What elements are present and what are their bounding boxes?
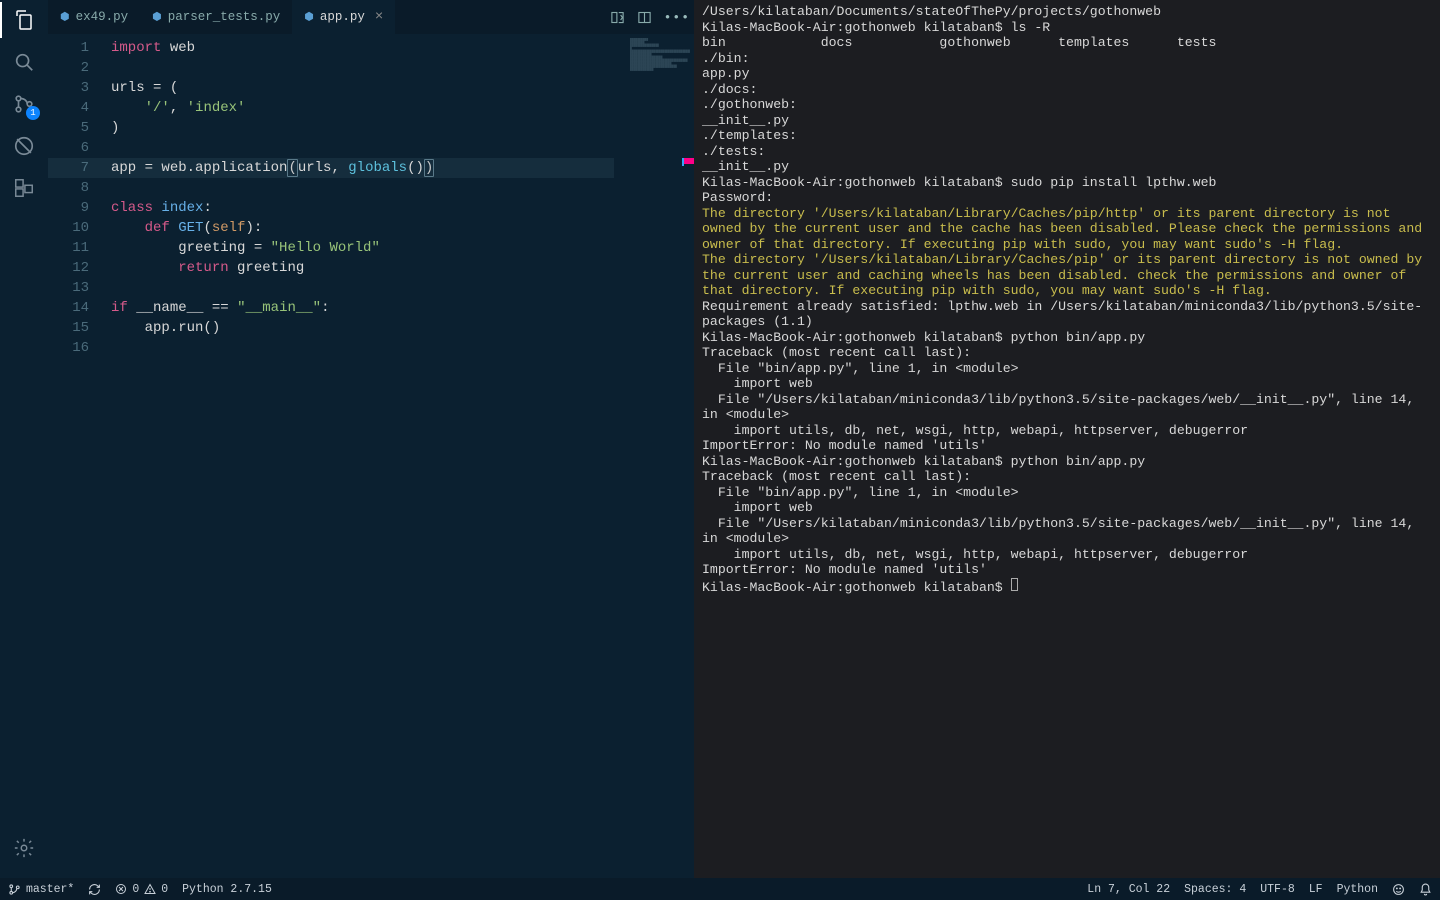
debug-icon[interactable] (12, 134, 36, 158)
tab-label: app.py (320, 10, 365, 24)
tab-actions: ••• (610, 0, 690, 34)
status-encoding[interactable]: UTF-8 (1260, 883, 1295, 896)
split-icon[interactable] (637, 10, 652, 25)
terminal-line: File "bin/app.py", line 1, in <module> (702, 485, 1432, 501)
code-line-10[interactable]: def GET(self): (111, 218, 694, 238)
terminal-line: import web (702, 500, 1432, 516)
status-spaces[interactable]: Spaces: 4 (1184, 883, 1246, 896)
terminal-line: ./bin: (702, 51, 1432, 67)
python-file-icon: ⬢ (152, 10, 162, 24)
more-icon[interactable]: ••• (664, 10, 690, 25)
code-line-7[interactable]: app = web.application(urls, globals()) (111, 158, 694, 178)
gear-icon[interactable] (12, 836, 36, 860)
status-lang[interactable]: Python (1337, 883, 1378, 896)
code-line-13[interactable] (111, 278, 694, 298)
tab-row: ⬢ ex49.py ⬢ parser_tests.py ⬢ app.py × ••• (48, 0, 694, 34)
terminal-line: The directory '/Users/kilataban/Library/… (702, 206, 1432, 253)
terminal-line: __init__.py (702, 113, 1432, 129)
code-area[interactable]: 12345678910111213141516 import web urls … (48, 34, 694, 900)
tab-label: ex49.py (76, 10, 129, 24)
code-line-8[interactable] (111, 178, 694, 198)
code-line-16[interactable] (111, 338, 694, 358)
compare-icon[interactable] (610, 10, 625, 25)
terminal-line: import utils, db, net, wsgi, http, webap… (702, 547, 1432, 563)
terminal-line: Traceback (most recent call last): (702, 469, 1432, 485)
overview-cursor-mark (684, 158, 694, 164)
terminal-line: ./gothonweb: (702, 97, 1432, 113)
close-icon[interactable]: × (375, 9, 383, 25)
scm-badge: 1 (26, 106, 40, 120)
terminal-line: Kilas-MacBook-Air:gothonweb kilataban$ p… (702, 454, 1432, 470)
status-bar: master* 0 0 Python 2.7.15 Ln 7, Col 22 S… (0, 878, 1440, 900)
tab-label: parser_tests.py (168, 10, 281, 24)
terminal-line: File "/Users/kilataban/miniconda3/lib/py… (702, 392, 1432, 423)
terminal-line: File "/Users/kilataban/miniconda3/lib/py… (702, 516, 1432, 547)
status-feedback-icon[interactable] (1392, 883, 1405, 896)
terminal-line: /Users/kilataban/Documents/stateOfThePy/… (702, 4, 1432, 20)
code-line-3[interactable]: urls = ( (111, 78, 694, 98)
terminal-line: ./templates: (702, 128, 1432, 144)
activity-bar: 1 (0, 0, 48, 900)
terminal-line: Traceback (most recent call last): (702, 345, 1432, 361)
terminal-line: ImportError: No module named 'utils' (702, 562, 1432, 578)
terminal-line: import utils, db, net, wsgi, http, webap… (702, 423, 1432, 439)
code-line-12[interactable]: return greeting (111, 258, 694, 278)
extensions-icon[interactable] (12, 176, 36, 200)
code-line-9[interactable]: class index: (111, 198, 694, 218)
terminal-line: app.py (702, 66, 1432, 82)
code-line-6[interactable] (111, 138, 694, 158)
explorer-icon[interactable] (12, 8, 36, 32)
terminal-line: __init__.py (702, 159, 1432, 175)
terminal-line: Requirement already satisfied: lpthw.web… (702, 299, 1432, 330)
python-file-icon: ⬢ (304, 10, 314, 24)
terminal-line: Kilas-MacBook-Air:gothonweb kilataban$ s… (702, 175, 1432, 191)
code-line-1[interactable]: import web (111, 38, 694, 58)
tab-parser_tests-py[interactable]: ⬢ parser_tests.py (140, 0, 292, 34)
code-line-15[interactable]: app.run() (111, 318, 694, 338)
status-position[interactable]: Ln 7, Col 22 (1087, 883, 1170, 896)
terminal-line: The directory '/Users/kilataban/Library/… (702, 252, 1432, 299)
status-sync[interactable] (88, 883, 101, 896)
tab-ex49-py[interactable]: ⬢ ex49.py (48, 0, 140, 34)
code-line-4[interactable]: '/', 'index' (111, 98, 694, 118)
code-line-2[interactable] (111, 58, 694, 78)
terminal-line: File "bin/app.py", line 1, in <module> (702, 361, 1432, 377)
terminal-line: Kilas-MacBook-Air:gothonweb kilataban$ l… (702, 20, 1432, 36)
terminal-line: bin docs gothonweb templates tests (702, 35, 1432, 51)
tab-app-py[interactable]: ⬢ app.py × (292, 0, 395, 34)
code-content[interactable]: import web urls = ( '/', 'index') app = … (103, 34, 694, 900)
terminal[interactable]: /Users/kilataban/Documents/stateOfThePy/… (694, 0, 1440, 900)
status-bell-icon[interactable] (1419, 883, 1432, 896)
code-line-5[interactable]: ) (111, 118, 694, 138)
code-line-11[interactable]: greeting = "Hello World" (111, 238, 694, 258)
search-icon[interactable] (12, 50, 36, 74)
terminal-line: Password: (702, 190, 1432, 206)
terminal-line: ./tests: (702, 144, 1432, 160)
python-file-icon: ⬢ (60, 10, 70, 24)
terminal-line: import web (702, 376, 1432, 392)
overview-change-mark (682, 158, 684, 166)
terminal-prompt[interactable]: Kilas-MacBook-Air:gothonweb kilataban$ (702, 578, 1432, 596)
terminal-line: ImportError: No module named 'utils' (702, 438, 1432, 454)
code-line-14[interactable]: if __name__ == "__main__": (111, 298, 694, 318)
status-python[interactable]: Python 2.7.15 (182, 883, 272, 896)
terminal-line: ./docs: (702, 82, 1432, 98)
status-branch[interactable]: master* (8, 883, 74, 896)
editor-pane: ⬢ ex49.py ⬢ parser_tests.py ⬢ app.py × ••• 123… (48, 0, 694, 900)
scm-icon[interactable]: 1 (12, 92, 36, 116)
terminal-line: Kilas-MacBook-Air:gothonweb kilataban$ p… (702, 330, 1432, 346)
status-problems[interactable]: 0 0 (115, 883, 168, 896)
status-eol[interactable]: LF (1309, 883, 1323, 896)
